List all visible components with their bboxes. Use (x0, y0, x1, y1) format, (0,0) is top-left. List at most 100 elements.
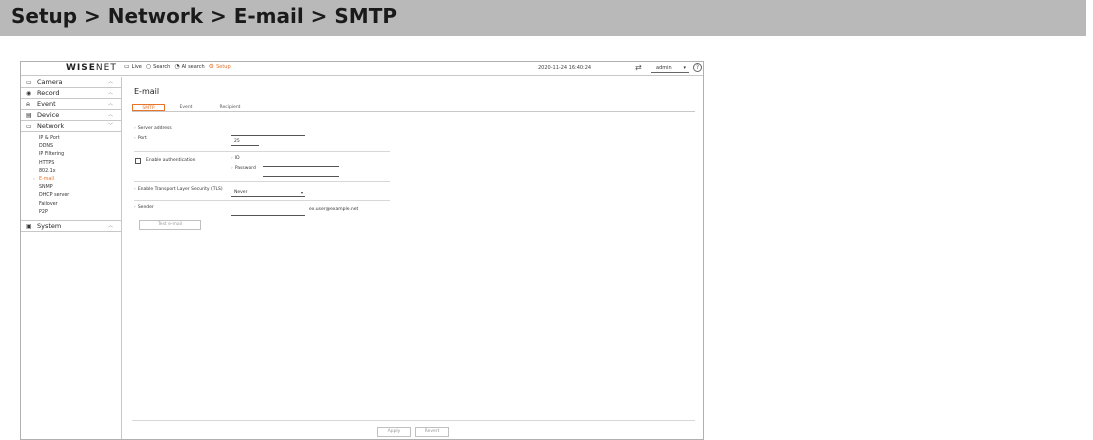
id-input[interactable] (263, 159, 339, 167)
password-label-text: Password (234, 166, 256, 171)
sidebar-item-system[interactable]: ▣ System ︿ (21, 221, 121, 232)
sender-input[interactable] (231, 208, 305, 216)
sub-item-label: DDNS (39, 144, 54, 150)
user-name: admin (656, 65, 672, 71)
top-bar: WISENET ▭ Live ○ Search ◔ AI search ⚙ Se… (21, 62, 703, 76)
nav-live[interactable]: ▭ Live (124, 63, 142, 71)
sidebar: ▭ Camera ︿ ◉ Record ︿ ⍾ Event ︿ ▤ Device… (21, 77, 122, 439)
network-submenu: IP & Port DDNS IP Filtering HTTPS 802.1x… (21, 132, 121, 221)
enable-authentication-label: Enable authentication (146, 158, 196, 163)
sidebar-item-8021x[interactable]: 802.1x (21, 168, 121, 176)
sub-item-label: IP Filtering (39, 152, 65, 158)
sidebar-record-label: Record (37, 89, 60, 97)
device-icon: ▤ (26, 112, 32, 119)
logo-thin: NET (95, 63, 117, 73)
user-switch-icon[interactable]: ⇄ (635, 63, 642, 72)
user-select[interactable]: admin ▾ (651, 64, 689, 73)
sub-item-label: P2P (39, 209, 48, 215)
top-nav: ▭ Live ○ Search ◔ AI search ⚙ Setup (124, 63, 231, 71)
logo-bold: WISE (66, 63, 96, 73)
sidebar-item-failover[interactable]: Failover (21, 201, 121, 209)
logo: WISENET (66, 63, 117, 73)
tls-select[interactable]: Never ▾ (231, 189, 305, 197)
sub-item-label: SNMP (39, 185, 53, 191)
sidebar-item-https[interactable]: HTTPS (21, 160, 121, 168)
nav-search[interactable]: ○ Search (145, 63, 171, 71)
chevron-up-icon: ︿ (108, 79, 114, 85)
sidebar-item-camera[interactable]: ▭ Camera ︿ (21, 77, 121, 88)
sub-item-label: IP & Port (39, 136, 60, 141)
test-email-button[interactable]: Test e-mail (139, 220, 201, 230)
sender-hint: ex.user@example.net (309, 207, 359, 212)
record-icon: ◉ (26, 90, 32, 97)
nav-live-label: Live (131, 64, 142, 70)
chevron-up-icon: ︿ (108, 90, 114, 96)
revert-button[interactable]: Revert (415, 427, 449, 437)
tab-event[interactable]: Event (172, 104, 200, 111)
sidebar-item-record[interactable]: ◉ Record ︿ (21, 88, 121, 99)
enable-authentication-checkbox[interactable] (135, 158, 141, 164)
monitor-icon: ▭ (124, 63, 130, 70)
tls-label-text: Enable Transport Layer Security (TLS) (137, 187, 223, 192)
password-label: › Password (231, 166, 256, 171)
search-icon: ○ (145, 63, 152, 70)
sidebar-item-event[interactable]: ⍾ Event ︿ (21, 99, 121, 110)
page-banner: Setup > Network > E-mail > SMTP (0, 0, 1086, 36)
divider (134, 151, 390, 152)
sidebar-network-label: Network (37, 122, 65, 130)
sidebar-item-email[interactable]: › E-mail (21, 176, 121, 184)
nav-setup[interactable]: ⚙ Setup (208, 63, 231, 71)
id-label-text: ID (234, 156, 240, 161)
nav-ai-search-label: AI search (181, 64, 205, 70)
chevron-up-icon: ︿ (108, 101, 114, 107)
tab-recipient[interactable]: Recipient (212, 104, 248, 111)
sub-item-label: E-mail (39, 176, 55, 182)
nav-ai-search[interactable]: ◔ AI search (174, 63, 205, 71)
port-label-text: Port (137, 136, 147, 141)
tab-bar: SMTP Event Recipient (132, 104, 695, 112)
system-icon: ▣ (26, 222, 32, 230)
help-icon[interactable]: ? (693, 63, 702, 72)
bell-icon: ⍾ (26, 101, 30, 108)
sidebar-item-ip-port[interactable]: IP & Port (21, 135, 121, 143)
sidebar-item-network[interactable]: ▭ Network ﹀ (21, 121, 121, 132)
sidebar-item-ddns[interactable]: DDNS (21, 143, 121, 151)
server-address-label: › Server address (134, 126, 172, 131)
chevron-up-icon: ︿ (108, 112, 114, 118)
sub-item-label: 802.1x (39, 168, 56, 174)
camera-icon: ▭ (26, 79, 32, 86)
sub-item-label: DHCP server (39, 193, 70, 199)
banner-title: Setup > Network > E-mail > SMTP (11, 4, 397, 28)
tls-label: › Enable Transport Layer Security (TLS) (134, 187, 223, 192)
nav-search-label: Search (153, 64, 171, 70)
sender-label-text: Sender (137, 205, 154, 210)
main-panel: E-mail SMTP Event Recipient › Server addr… (123, 77, 703, 439)
tab-smtp[interactable]: SMTP (132, 104, 165, 111)
sidebar-item-ip-filtering[interactable]: IP Filtering (21, 151, 121, 159)
port-input[interactable]: 25 (231, 138, 259, 146)
gear-icon: ⚙ (208, 63, 215, 70)
sender-label: › Sender (134, 205, 154, 210)
divider (132, 420, 695, 421)
server-address-label-text: Server address (137, 126, 172, 131)
app-window: WISENET ▭ Live ○ Search ◔ AI search ⚙ Se… (20, 61, 704, 440)
network-icon: ▭ (26, 123, 32, 130)
sidebar-item-dhcp-server[interactable]: DHCP server (21, 192, 121, 200)
nav-setup-label: Setup (216, 64, 231, 70)
chevron-down-icon: ▾ (683, 65, 686, 71)
sub-item-label: Failover (39, 201, 58, 207)
apply-button[interactable]: Apply (377, 427, 411, 437)
sidebar-item-p2p[interactable]: P2P (21, 209, 121, 217)
divider (134, 181, 390, 182)
sidebar-system-label: System (37, 221, 62, 230)
page-title: E-mail (134, 87, 160, 96)
chevron-right-icon: › (33, 176, 35, 182)
chevron-down-icon: ▾ (300, 190, 303, 195)
sidebar-item-device[interactable]: ▤ Device ︿ (21, 110, 121, 121)
sidebar-item-snmp[interactable]: SNMP (21, 184, 121, 192)
server-address-input[interactable] (231, 128, 305, 136)
ai-search-icon: ◔ (174, 63, 180, 70)
sidebar-event-label: Event (37, 100, 56, 108)
password-input[interactable] (263, 169, 339, 177)
chevron-down-icon: ﹀ (108, 123, 114, 129)
